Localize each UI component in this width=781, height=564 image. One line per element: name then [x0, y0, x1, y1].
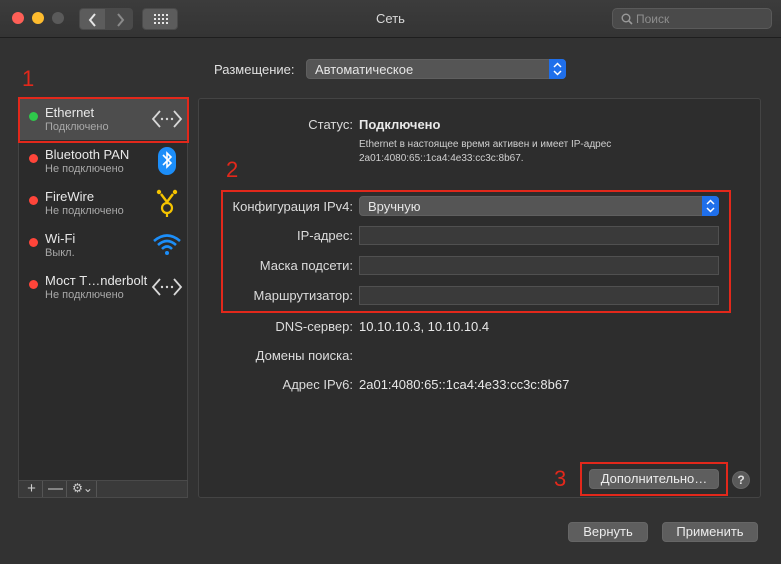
remove-service-button[interactable]: — [45, 481, 67, 497]
service-item-bluetooth-pan[interactable]: Bluetooth PAN Не подключено [19, 140, 187, 182]
add-service-button[interactable]: + [21, 481, 43, 497]
location-value: Автоматическое [315, 62, 414, 77]
apply-button[interactable]: Применить [662, 522, 758, 542]
title-bar: Сеть Поиск [0, 0, 781, 38]
location-select[interactable]: Автоматическое [306, 59, 566, 79]
annotation-number-2: 2 [226, 157, 239, 182]
service-status: Не подключено [45, 289, 124, 301]
service-actions-button[interactable]: ⚙︎⌄ [69, 481, 97, 497]
bluetooth-icon [158, 147, 176, 175]
service-name: FireWire [45, 189, 95, 204]
status-dot [29, 280, 38, 289]
service-name: Wi-Fi [45, 231, 76, 246]
location-label: Размещение: [214, 62, 295, 77]
search-field[interactable]: Поиск [612, 8, 772, 29]
revert-button[interactable]: Вернуть [568, 522, 648, 542]
network-preferences-window: Сеть Поиск Размещение: Автоматическое Et… [0, 0, 781, 564]
search-placeholder: Поиск [636, 12, 670, 26]
annotation-highlight-2 [221, 190, 731, 313]
status-note-line2: 2a01:4080:65::1ca4:4e33:cc3c:8b67. [359, 153, 524, 164]
dns-server-value: 10.10.10.3, 10.10.10.4 [359, 319, 490, 334]
service-status: Не подключено [45, 163, 124, 175]
ipv6-address-value: 2a01:4080:65::1ca4:4e33:cc3c:8b67 [359, 377, 570, 392]
service-name: Bluetooth PAN [45, 147, 130, 162]
service-status: Не подключено [45, 205, 124, 217]
dns-server-label: DNS-сервер: [275, 319, 353, 334]
service-list-toolbar: + — ⚙︎⌄ [18, 480, 188, 498]
help-button[interactable]: ? [732, 471, 750, 489]
status-dot [29, 238, 38, 247]
status-note-line1: Ethernet в настоящее время активен и име… [359, 139, 612, 150]
annotation-highlight-1 [18, 97, 189, 143]
service-status: Выкл. [45, 247, 75, 259]
search-domains-label: Домены поиска: [255, 348, 353, 363]
annotation-number-1: 1 [22, 66, 35, 91]
annotation-highlight-3 [580, 462, 728, 496]
status-dot [29, 154, 38, 163]
service-name: Мост T…nderbolt [45, 273, 148, 288]
updown-chevron-icon [549, 59, 566, 79]
search-icon [621, 13, 633, 25]
status-value: Подключено [359, 117, 441, 132]
annotation-number-3: 3 [554, 466, 567, 491]
status-dot [29, 196, 38, 205]
ipv6-address-label: Адрес IPv6: [282, 377, 353, 392]
